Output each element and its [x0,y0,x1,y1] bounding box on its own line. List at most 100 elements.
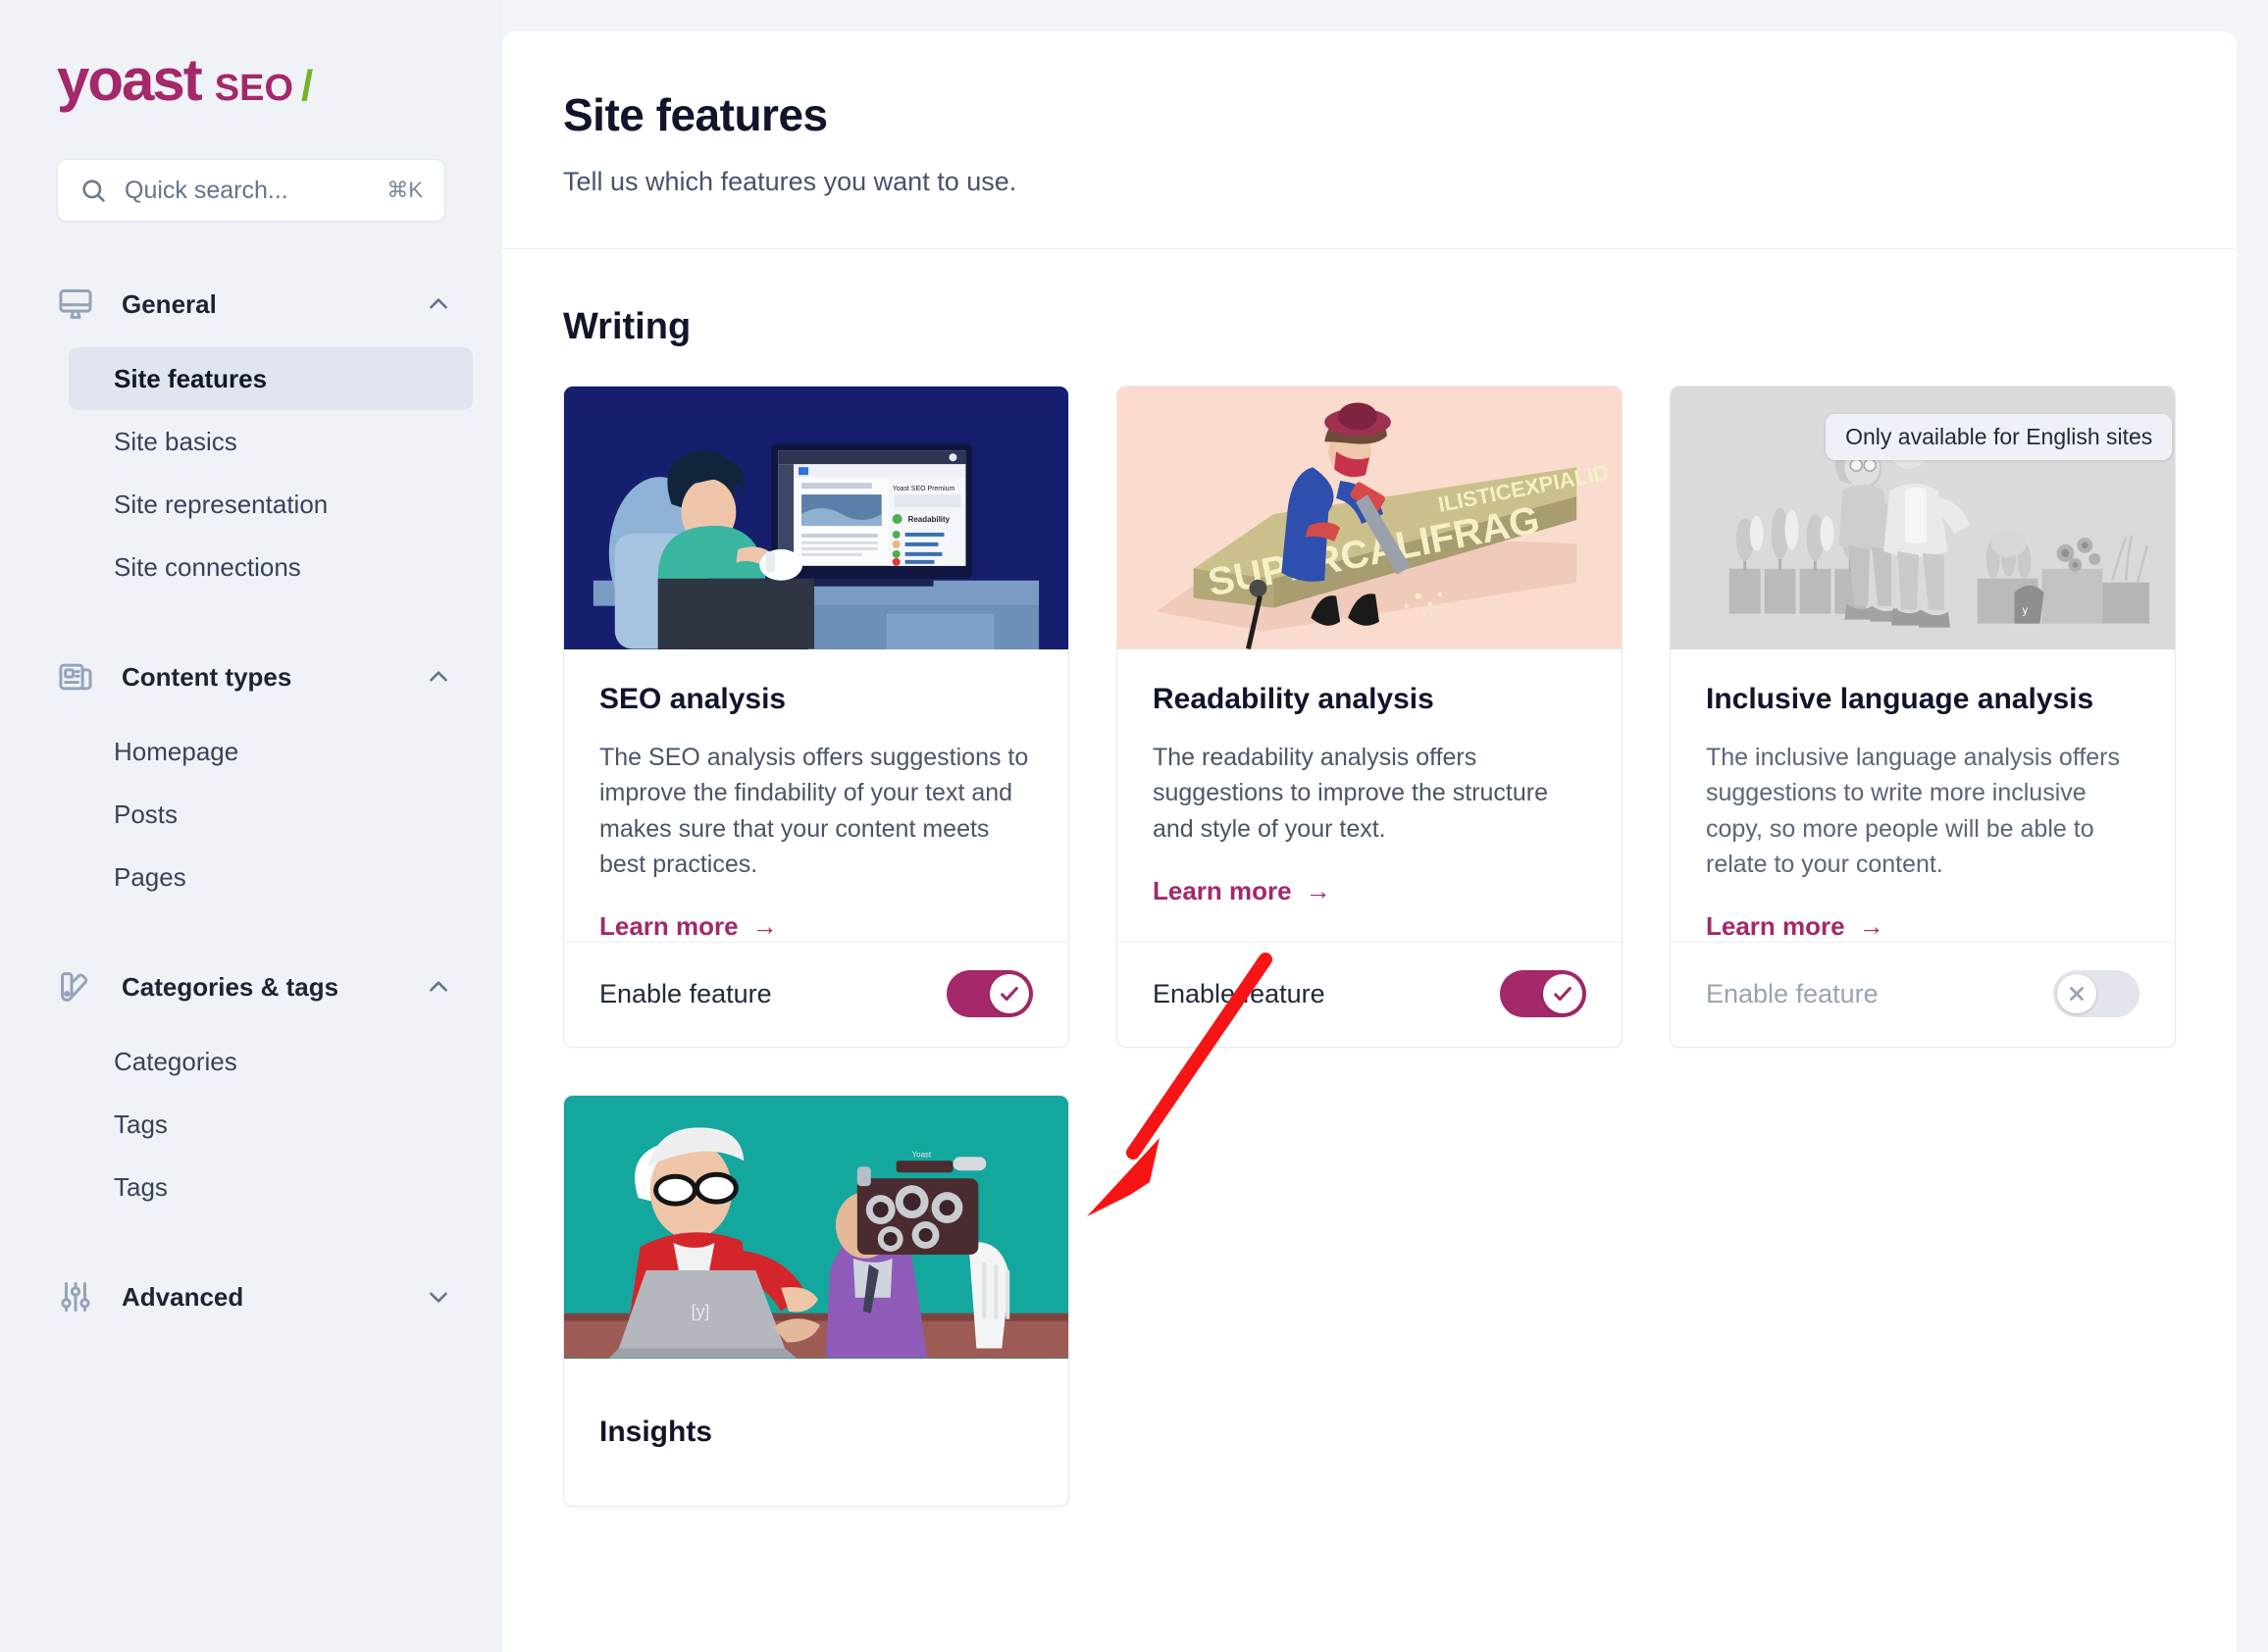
readability-analysis-illustration: SUPERCALIFRAG ILISTICEXPIALID [1117,387,1622,649]
arrow-right-icon: → [1858,911,1884,941]
toggle-knob [1543,974,1582,1013]
sidebar-group-advanced-label: Advanced [122,1281,244,1312]
sidebar-item-site-connections[interactable]: Site connections [69,536,473,598]
page-subtitle: Tell us which features you want to use. [563,167,1017,196]
feature-card-grid-row-2: Yoast [y] Insights [563,1095,2176,1507]
article-icon [57,658,94,696]
logo-wrap: yoast SEO / [0,0,502,147]
sidebar-item-pages[interactable]: Pages [69,846,473,908]
page-title: Site features [563,89,828,140]
svg-text:Yoast SEO Premium: Yoast SEO Premium [893,486,955,492]
sidebar-group-categories-tags-label: Categories & tags [122,971,339,1002]
section-writing: Writing Yoast SEO Premium Readability SE… [502,249,2237,1507]
readability-analysis-title: Readability analysis [1153,683,1434,715]
close-icon [2070,987,2084,1001]
svg-text:Yoast: Yoast [912,1150,932,1159]
sidebar-item-categories[interactable]: Categories [69,1030,473,1093]
yoast-seo-logo[interactable]: yoast SEO / [57,51,502,110]
sidebar-nav: General Site features Site basics Site r… [0,273,502,1328]
monitor-icon [57,285,94,323]
main-panel: Site features Tell us which features you… [502,31,2237,1652]
seo-analysis-learn-more-link[interactable]: Learn more → [599,911,1033,942]
feature-card-grid: Yoast SEO Premium Readability SEO analys… [563,386,2176,1048]
chevron-up-icon[interactable] [426,974,451,1000]
logo-slash: / [301,62,314,110]
chevron-up-icon[interactable] [426,664,451,690]
arrow-right-icon: → [751,911,778,941]
svg-text:y: y [2023,605,2029,617]
inclusive-language-availability-badge: Only available for English sites [1826,414,2173,460]
learn-more-label: Learn more [1153,875,1292,905]
swatch-icon [57,968,94,1006]
feature-card-readability-analysis: SUPERCALIFRAG ILISTICEXPIALID Readabilit… [1116,386,1623,1048]
sidebar-item-site-basics[interactable]: Site basics [69,410,473,473]
inclusive-language-enable-toggle[interactable] [2053,970,2139,1017]
seo-analysis-title: SEO analysis [599,683,787,715]
inclusive-language-footer: Enable feature [1671,942,2175,1047]
feature-card-inclusive-language-analysis: y Only available for English sites Inclu… [1670,386,2176,1048]
chevron-up-icon[interactable] [426,291,451,317]
readability-analysis-description: The readability analysis offers suggesti… [1153,744,1548,843]
feature-card-seo-analysis: Yoast SEO Premium Readability SEO analys… [563,386,1069,1048]
sidebar-group-general-label: General [122,288,217,319]
inclusive-language-body: Inclusive language analysis The inclusiv… [1671,649,2175,942]
chevron-down-icon[interactable] [426,1284,451,1310]
sidebar-group-content-types[interactable]: Content types [0,645,502,708]
sliders-icon [57,1278,94,1316]
inclusive-language-title: Inclusive language analysis [1706,683,2094,715]
quick-search-box[interactable]: Quick search... ⌘K [57,159,445,222]
search-shortcut-hint: ⌘K [387,178,423,202]
readability-analysis-footer: Enable feature [1117,942,1622,1047]
sidebar-item-site-features[interactable]: Site features [69,347,473,410]
seo-analysis-description: The SEO analysis offers suggestions to i… [599,744,1029,878]
readability-analysis-learn-more-link[interactable]: Learn more → [1153,876,1586,906]
insights-body: Insights [564,1359,1068,1506]
inclusive-language-illustration: y Only available for English sites [1671,387,2175,649]
seo-analysis-toggle-label: Enable feature [599,978,772,1008]
seo-analysis-footer: Enable feature [564,942,1068,1047]
learn-more-label: Learn more [599,911,739,941]
arrow-right-icon: → [1305,875,1331,905]
sidebar-item-site-representation[interactable]: Site representation [69,473,473,536]
svg-text:Readability: Readability [908,515,951,524]
nav-group-content-types: Content types Homepage Posts Pages [0,645,502,908]
sidebar-group-advanced[interactable]: Advanced [0,1265,502,1328]
feature-card-insights: Yoast [y] Insights [563,1095,1069,1507]
nav-group-advanced: Advanced [0,1265,502,1328]
sidebar-group-categories-tags[interactable]: Categories & tags [0,955,502,1018]
inclusive-language-toggle-label: Enable feature [1706,978,1879,1008]
seo-analysis-body: SEO analysis The SEO analysis offers sug… [564,649,1068,942]
sidebar-group-content-types-label: Content types [122,661,292,692]
sidebar-group-general[interactable]: General [0,273,502,336]
readability-analysis-enable-toggle[interactable] [1500,970,1586,1017]
check-icon [1001,986,1018,1002]
logo-seo-text: SEO [214,68,293,109]
check-icon [1554,986,1572,1002]
app-root: yoast SEO / Quick search... ⌘K General S… [0,0,2268,1652]
search-input-placeholder[interactable]: Quick search... [125,177,387,205]
svg-text:[y]: [y] [691,1302,709,1321]
sidebar-item-posts[interactable]: Posts [69,783,473,846]
sidebar-item-homepage[interactable]: Homepage [69,720,473,783]
logo-yoast-text: yoast [57,47,203,113]
insights-illustration: Yoast [y] [564,1096,1068,1359]
inclusive-language-learn-more-link[interactable]: Learn more → [1706,911,2139,942]
seo-analysis-enable-toggle[interactable] [947,970,1033,1017]
learn-more-label: Learn more [1706,911,1845,941]
sidebar: yoast SEO / Quick search... ⌘K General S… [0,0,502,1652]
nav-group-general: General Site features Site basics Site r… [0,273,502,598]
search-icon [79,177,107,204]
insights-title: Insights [599,1416,713,1448]
seo-analysis-illustration: Yoast SEO Premium Readability [564,387,1068,649]
toggle-knob [990,974,1029,1013]
sidebar-item-tags-2[interactable]: Tags [69,1156,473,1218]
inclusive-language-description: The inclusive language analysis offers s… [1706,744,2121,878]
section-title-writing: Writing [563,306,692,347]
readability-analysis-body: Readability analysis The readability ana… [1117,649,1622,942]
readability-analysis-toggle-label: Enable feature [1153,978,1325,1008]
sidebar-item-tags[interactable]: Tags [69,1093,473,1156]
nav-group-categories-tags: Categories & tags Categories Tags Tags [0,955,502,1218]
